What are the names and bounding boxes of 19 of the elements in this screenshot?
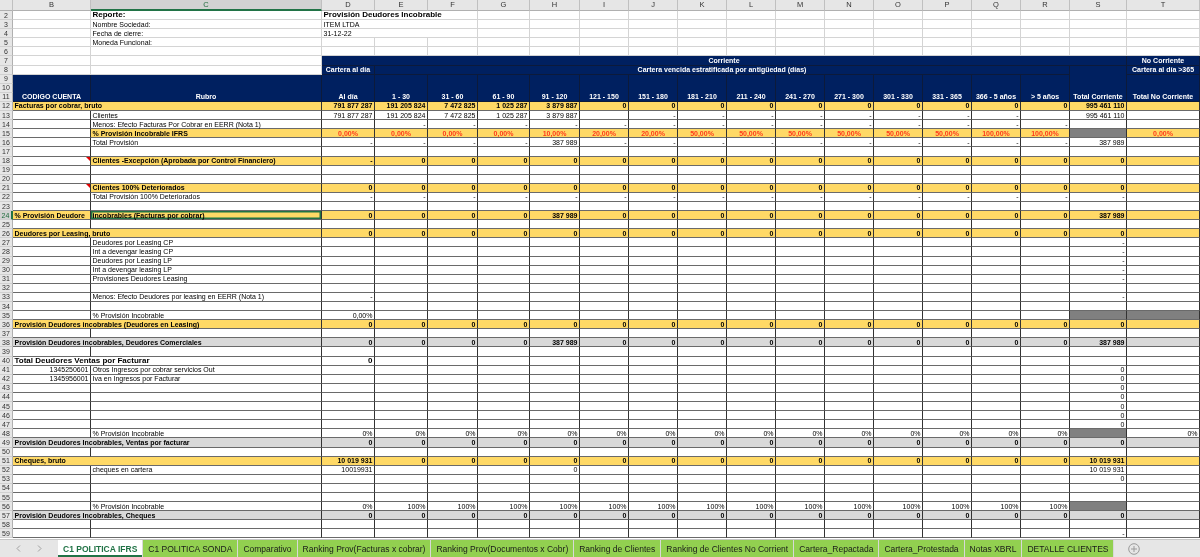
select-all-corner[interactable] (0, 0, 13, 11)
sheet-tab[interactable]: Ranking de Clientes No Corrient (661, 540, 795, 557)
scroll-right-icon[interactable] (37, 545, 42, 552)
table-cell: Reporte: (91, 11, 322, 21)
table-cell: 0 (322, 356, 375, 366)
sheet-tab[interactable]: Comparativo (238, 540, 298, 557)
table-cell: Total Deudores Ventas por Facturar (13, 356, 322, 366)
sheet-tab[interactable]: Cartera_Protestada (879, 540, 965, 557)
sheet-tab[interactable]: Ranking de Clientes (574, 540, 662, 557)
sheet-tab[interactable]: C1 POLITICA IFRS (58, 540, 144, 557)
table-cell: Provisión Deudores Incobrable (322, 11, 478, 21)
sheet-tab[interactable]: Notas XBRL (964, 540, 1023, 557)
sheet-tab[interactable]: C1 POLITICA SONDA (143, 540, 239, 557)
sheet-tab[interactable]: Ranking Prov(Facturas x cobrar) (297, 540, 432, 557)
add-sheet-icon[interactable] (1128, 542, 1141, 555)
scroll-left-icon[interactable] (16, 545, 21, 552)
sheet-tab[interactable]: Ranking Prov(Documentos x Cobr) (431, 540, 575, 557)
sheet-tab[interactable]: Cartera_Repactada (794, 540, 880, 557)
sheet-tab[interactable]: DETALLE CLIENTES (1022, 540, 1115, 557)
